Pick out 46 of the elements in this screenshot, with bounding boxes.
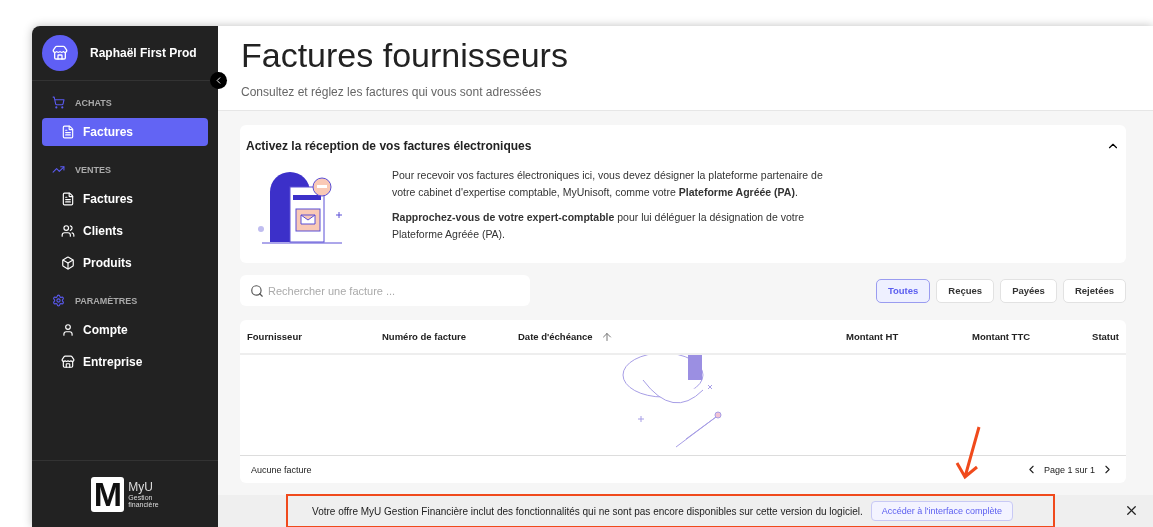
sidebar-item[interactable]: Clients	[42, 217, 208, 245]
cart-icon	[52, 96, 65, 109]
sidebar-item[interactable]: Factures	[42, 118, 208, 146]
sidebar-item[interactable]: Produits	[42, 249, 208, 277]
page-subtitle: Consultez et réglez les factures qui vous sont adressées	[241, 85, 543, 99]
column-header[interactable]: Numéro de facture	[382, 331, 466, 342]
close-button[interactable]	[1124, 503, 1139, 518]
page-title: Factures fournisseurs	[241, 36, 569, 75]
column-header[interactable]: Fournisseur	[247, 331, 302, 342]
filter-button[interactable]: Reçues	[936, 278, 995, 303]
cube-icon	[61, 256, 75, 270]
store-icon	[61, 355, 75, 369]
people-icon	[61, 224, 75, 238]
column-header[interactable]: Statut	[1092, 331, 1119, 342]
person-icon	[61, 323, 75, 337]
trend-icon	[52, 163, 65, 176]
close-icon	[1124, 503, 1139, 518]
search-field[interactable]: Rechercher une facture ...	[240, 275, 530, 306]
gear-icon	[52, 294, 65, 307]
sidebar-item[interactable]: Compte	[42, 316, 208, 344]
notice-paragraph: Rapprochez-vous de votre expert-comptable pour lui déléguer la désignation de votre Plateforme Agréée (PA).	[392, 210, 806, 242]
store-avatar	[42, 35, 78, 71]
section-title: ACHATS	[75, 97, 112, 108]
search-icon	[250, 284, 264, 298]
logo-name: MyU	[128, 480, 154, 494]
notice-title: Activez la réception de vos factures électroniques	[246, 139, 532, 153]
filter-button[interactable]: Toutes	[875, 278, 931, 303]
annotation-arrow	[953, 425, 983, 481]
full-interface-button[interactable]: Accéder à l'interface complète	[870, 501, 1013, 521]
company-name: Raphaël First Prod	[90, 46, 197, 60]
sidebar-item[interactable]: Factures	[42, 185, 208, 213]
section-title: PARAMÈTRES	[75, 295, 138, 306]
logo-mark: M	[91, 476, 125, 512]
filter-button[interactable]: Rejetées	[1062, 278, 1126, 303]
document-icon	[61, 192, 75, 206]
document-icon	[61, 125, 75, 139]
notice-paragraph: Pour recevoir vos factures électroniques ici, vous devez désigner la plateforme partenaire de votre cabinet d'expertise comptable, MyUnisoft, comme votre Plateforme Agréée (PA).	[392, 168, 824, 200]
column-header[interactable]: Date d'échéance	[518, 331, 593, 342]
filter-button[interactable]: Payées	[1000, 278, 1057, 303]
sidebar-item[interactable]: Entreprise	[42, 348, 208, 376]
banner-message: Votre offre MyU Gestion Financière inclut des fonctionnalités qui ne sont pas encore disponibles sur cette version du logiciel.	[312, 505, 863, 517]
column-header[interactable]: Montant TTC	[972, 331, 1031, 342]
empty-message: Aucune facture	[251, 464, 312, 475]
page-indicator: Page 1 sur 1	[1043, 464, 1095, 475]
column-header[interactable]: Montant HT	[846, 331, 899, 342]
section-title: VENTES	[75, 164, 111, 175]
